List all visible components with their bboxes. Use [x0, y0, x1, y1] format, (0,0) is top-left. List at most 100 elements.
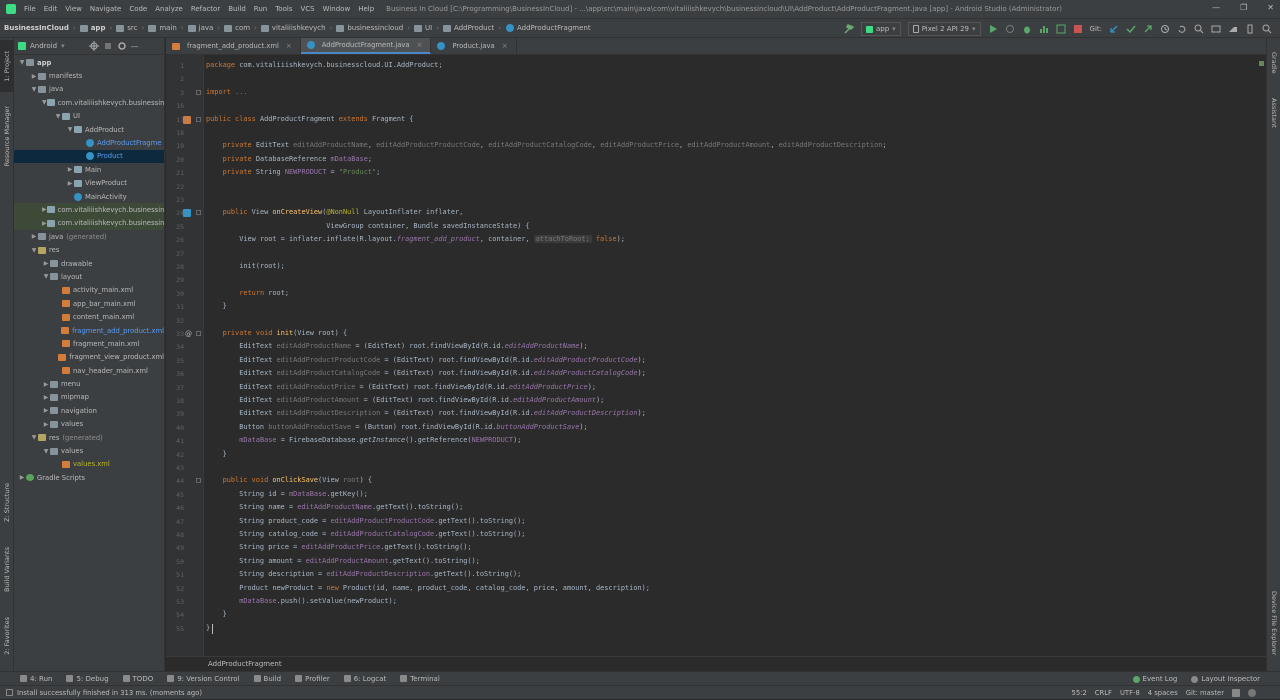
locate-icon[interactable] — [88, 41, 99, 51]
code-line[interactable]: import ... — [206, 86, 248, 99]
tree-item[interactable]: Product — [14, 149, 164, 164]
close-tab-icon[interactable]: × — [502, 42, 508, 50]
fold-icon[interactable] — [196, 116, 201, 122]
code-line[interactable]: String catalog_code = editAddProductCata… — [206, 528, 525, 541]
tree-item[interactable]: values.xml — [14, 458, 164, 471]
breadcrumb-project[interactable]: BusinessInCloud › — [4, 24, 76, 32]
tree-item[interactable]: content_main.xml — [14, 310, 164, 323]
tab-gradle[interactable]: Gradle — [1267, 44, 1280, 82]
code-line[interactable]: public class AddProductFragment extends … — [206, 113, 413, 126]
profile-icon[interactable] — [1039, 24, 1049, 34]
menu-code[interactable]: Code — [129, 5, 147, 13]
editor-tab[interactable]: AddProductFragment.java × — [300, 38, 432, 54]
maximize-icon[interactable]: ❐ — [1240, 3, 1247, 12]
tree-item[interactable]: ▼ UI — [14, 110, 164, 123]
code-line[interactable]: EditText editAddProductPrice = (EditText… — [206, 381, 596, 394]
collapse-all-icon[interactable] — [103, 41, 113, 51]
tree-item[interactable]: app_bar_main.xml — [14, 297, 164, 310]
minimize-icon[interactable]: — — [1212, 3, 1220, 12]
chevron-right-icon[interactable]: ▶ — [66, 180, 74, 187]
code-line[interactable]: Product newProduct = new Product(id, nam… — [206, 582, 650, 595]
tree-item[interactable]: AddProductFragme — [14, 136, 164, 149]
code-line[interactable]: EditText editAddProductProductCode = (Ed… — [206, 354, 646, 367]
tree-item[interactable]: fragment_add_product.xml — [14, 324, 164, 337]
status-message[interactable]: Install successfully finished in 313 ms.… — [17, 689, 202, 697]
apply-changes-icon[interactable] — [1005, 24, 1015, 34]
code-line[interactable]: } — [206, 448, 227, 461]
tree-item[interactable]: ▶ Gradle Scripts — [14, 471, 164, 484]
tree-item[interactable]: ▼ res (generated) — [14, 431, 164, 444]
breadcrumb-item[interactable]: businessincloud › — [334, 24, 410, 32]
tab-project[interactable]: 1: Project — [0, 40, 14, 92]
code-line[interactable]: String id = mDataBase.getKey(); — [206, 488, 368, 501]
tree-item[interactable]: ▶ menu — [14, 377, 164, 390]
tab-structure[interactable]: Z: Structure — [0, 474, 14, 530]
code-line[interactable]: } — [206, 300, 227, 313]
tree-item[interactable]: ▶ navigation — [14, 404, 164, 417]
chevron-right-icon[interactable]: ▶ — [42, 206, 47, 213]
sdk-manager-icon[interactable] — [1228, 24, 1238, 34]
run-config-select[interactable]: app ▾ — [860, 22, 901, 36]
menu-navigate[interactable]: Navigate — [90, 5, 121, 13]
code-editor[interactable]: package com.vitaliiishkevych.businessclo… — [204, 55, 1266, 656]
indent-setting[interactable]: 4 spaces — [1148, 689, 1178, 697]
code-line[interactable]: public View onCreateView(@NonNull Layout… — [206, 206, 464, 219]
tool-window-button[interactable]: TODO — [122, 675, 153, 683]
history-icon[interactable] — [1160, 24, 1170, 34]
tree-item[interactable]: ▶ manifests — [14, 69, 164, 82]
code-line[interactable]: } — [206, 622, 210, 635]
avd-manager-icon[interactable] — [1245, 24, 1255, 34]
chevron-right-icon[interactable]: ▶ — [42, 220, 47, 227]
stop-icon[interactable] — [1073, 24, 1083, 34]
chevron-right-icon[interactable]: ▶ — [42, 381, 50, 388]
breadcrumb-item[interactable]: java › — [186, 24, 220, 32]
lock-icon[interactable] — [1232, 689, 1240, 697]
chevron-right-icon[interactable]: ▶ — [42, 421, 50, 428]
code-line[interactable]: EditText editAddProductDescription = (Ed… — [206, 407, 646, 420]
chevron-down-icon[interactable]: ▼ — [30, 86, 38, 93]
code-line[interactable]: String name = editAddProductName.getText… — [206, 501, 463, 514]
tool-window-button[interactable]: 9: Version Control — [167, 675, 240, 683]
breadcrumb-item[interactable]: UI › — [412, 24, 439, 32]
menu-view[interactable]: View — [65, 5, 82, 13]
chevron-right-icon[interactable]: ▶ — [30, 233, 38, 240]
code-line[interactable]: return root; — [206, 287, 289, 300]
breadcrumb-item[interactable]: vitaliiishkevych › — [259, 24, 332, 32]
menu-edit[interactable]: Edit — [44, 5, 58, 13]
chevron-down-icon[interactable]: ▼ — [54, 113, 62, 120]
code-line[interactable]: EditText editAddProductName = (EditText)… — [206, 340, 588, 353]
code-line[interactable]: package com.vitaliiishkevych.businessclo… — [206, 59, 442, 72]
tree-item[interactable]: MainActivity — [14, 190, 164, 203]
close-tab-icon[interactable]: × — [417, 41, 423, 49]
hammer-icon[interactable] — [844, 24, 854, 34]
tree-item[interactable]: ▶com.vitaliiishkevych.businessinc(androi… — [14, 203, 164, 217]
cursor-position[interactable]: 55:2 — [1072, 689, 1087, 697]
chevron-down-icon[interactable]: ▼ — [30, 247, 38, 254]
line-separator[interactable]: CRLF — [1095, 689, 1112, 697]
class-hierarchy-icon[interactable] — [183, 115, 191, 124]
menu-analyze[interactable]: Analyze — [155, 5, 183, 13]
breadcrumb-item[interactable]: com › — [222, 24, 257, 32]
tree-item[interactable]: ▼ res — [14, 243, 164, 256]
tab-build-variants[interactable]: Build Variants — [0, 538, 14, 600]
git-commit-icon[interactable] — [1126, 24, 1136, 34]
tree-item[interactable]: ▶ java (generated) — [14, 230, 164, 243]
tool-window-button[interactable]: Layout Inspector — [1191, 675, 1260, 683]
tool-window-button[interactable]: Terminal — [400, 675, 440, 683]
file-encoding[interactable]: UTF-8 — [1120, 689, 1140, 697]
editor-scrollbar[interactable] — [1257, 55, 1266, 656]
tab-resource-manager[interactable]: Resource Manager — [0, 98, 14, 174]
code-line[interactable]: private EditText editAddProductName, edi… — [206, 139, 887, 152]
project-view-select[interactable]: Android — [30, 42, 57, 50]
code-line[interactable]: private void init(View root) { — [206, 327, 347, 340]
tree-item[interactable]: ▶ ViewProduct — [14, 177, 164, 190]
code-line[interactable]: public void onClickSave(View root) { — [206, 474, 372, 487]
code-line[interactable]: private String NEWPRODUCT = "Product"; — [206, 166, 381, 179]
chevron-right-icon[interactable]: ▶ — [30, 73, 38, 80]
breadcrumb-item[interactable]: main › — [146, 24, 184, 32]
code-line[interactable]: mDataBase.push().setValue(newProduct); — [206, 595, 397, 608]
rollback-icon[interactable] — [1177, 24, 1187, 34]
chevron-down-icon[interactable]: ▼ — [30, 434, 38, 441]
code-line[interactable]: String description = editAddProductDescr… — [206, 568, 521, 581]
annotation-usage-icon[interactable]: @ — [185, 330, 193, 338]
